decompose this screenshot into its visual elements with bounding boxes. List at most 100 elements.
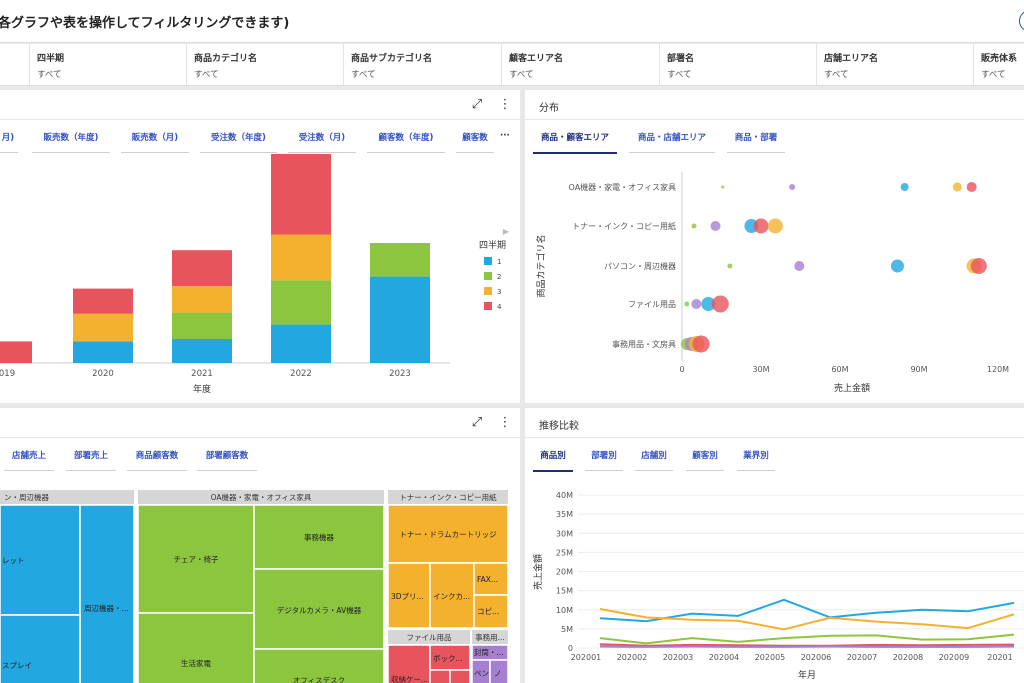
scatter-point[interactable] (753, 218, 769, 234)
tab-units-month[interactable]: 販売数（月) (121, 131, 189, 153)
bar-segment[interactable] (271, 280, 331, 325)
filter-customer-area[interactable]: 顧客エリア名 すべて (501, 44, 659, 86)
bar-segment[interactable] (271, 154, 331, 235)
x-tick-label: 20201 (987, 653, 1012, 662)
scatter-point[interactable] (691, 223, 697, 229)
series-line[interactable] (599, 643, 1015, 647)
legend-label: 1 (497, 258, 501, 266)
x-tick-label: 202002 (617, 653, 648, 662)
tab-by-department[interactable]: 部署別 (585, 449, 623, 471)
treemap-cell[interactable] (79, 504, 135, 683)
filter-product-category[interactable]: 商品カテゴリ名 すべて (186, 44, 343, 86)
help-icon[interactable] (1019, 10, 1024, 32)
filter-product-subcategory[interactable]: 商品サブカテゴリ名 すべて (343, 44, 501, 86)
scatter-point[interactable] (727, 263, 733, 269)
more-vertical-icon[interactable]: ⋮ (496, 414, 514, 432)
tab-department-sales[interactable]: 部署売上 (66, 449, 116, 471)
tab-by-store[interactable]: 店舗別 (635, 449, 673, 471)
bar-segment[interactable] (271, 234, 331, 281)
bar-segment[interactable] (172, 339, 232, 363)
y-tick-label: パソコン・周辺機器 (604, 261, 676, 271)
scatter-point[interactable] (710, 221, 721, 231)
tab-sales-month[interactable]: 月) (0, 131, 18, 153)
tab-orders-year[interactable]: 受注数（年度) (200, 131, 277, 153)
tab-product-customer-area[interactable]: 商品・顧客エリア (533, 131, 617, 154)
scatter-point[interactable] (794, 261, 805, 271)
scatter-point[interactable] (691, 299, 702, 309)
y-axis-title: 商品カテゴリ名 (535, 234, 547, 297)
tab-by-customer[interactable]: 顧客別 (686, 449, 724, 471)
bar-segment[interactable] (0, 341, 32, 363)
filter-sales-type[interactable]: 販売体系 すべて (973, 44, 1024, 86)
scatter-point[interactable] (966, 182, 977, 192)
tab-product-store-area[interactable]: 商品・店舗エリア (629, 131, 715, 153)
tab-orders-month[interactable]: 受注数（月) (288, 131, 356, 153)
treemap-cell[interactable] (449, 669, 471, 683)
bar-segment[interactable] (73, 313, 133, 342)
expand-icon[interactable]: ⤢ (468, 414, 486, 432)
tab-store-sales[interactable]: 店舗売上 (4, 449, 54, 471)
bar-segment[interactable] (73, 341, 133, 363)
treemap-cell-label: 周辺機器・... (84, 603, 129, 613)
scatter-point[interactable] (721, 185, 725, 189)
scatter-point[interactable] (684, 301, 690, 307)
y-tick-label: OA機器・家電・オフィス家具 (569, 182, 676, 192)
filter-department[interactable]: 部署名 すべて (659, 44, 816, 86)
treemap-cell-label: 3Dプリ... (391, 592, 424, 601)
tab-product-customers[interactable]: 商品顧客数 (127, 449, 187, 471)
expand-icon[interactable]: ⤢ (468, 96, 486, 114)
bar-segment[interactable] (370, 276, 430, 363)
bar-segment[interactable] (73, 288, 133, 314)
tab-by-industry[interactable]: 業界別 (737, 449, 775, 471)
tab-department-customers[interactable]: 部署顧客数 (197, 449, 257, 471)
treemap-cell[interactable] (137, 612, 255, 683)
x-tick-label: 202008 (893, 653, 924, 662)
treemap-group-label: 事務用... (475, 632, 505, 642)
y-tick-label: 30M (556, 529, 573, 538)
tab-product-department[interactable]: 商品・部署 (727, 131, 785, 153)
x-axis-title: 売上金額 (834, 382, 870, 394)
tab-customers-year[interactable]: 顧客数（年度) (367, 131, 445, 153)
bar-segment[interactable] (172, 250, 232, 287)
filter-quarter[interactable]: 四半期 すべて (29, 44, 186, 86)
series-line[interactable] (599, 633, 1015, 645)
page-title: 各グラフや表を操作してフィルタリングできます) (0, 16, 290, 31)
x-tick-label: 2023 (389, 369, 411, 379)
x-tick-label: 202007 (847, 653, 878, 662)
bar-segment[interactable] (172, 312, 232, 339)
y-tick-label: 20M (556, 568, 573, 577)
filter-bar: 四半期 すべて 商品カテゴリ名 すべて 商品サブカテゴリ名 すべて 顧客エリア名… (0, 44, 1024, 86)
treemap-cell-label: ペン (474, 669, 489, 678)
treemap-cell[interactable] (0, 614, 81, 683)
treemap-cell-label: コピ... (477, 607, 499, 616)
filter-value: すべて (509, 70, 534, 80)
scatter-point[interactable] (900, 183, 909, 191)
tab-by-product[interactable]: 商品別 (533, 449, 573, 472)
line-chart: 0 5M 10M 15M 20M 25M 30M 35M 40M 202001 202002 2020… (532, 491, 1024, 681)
scatter-point[interactable] (952, 182, 962, 192)
y-tick-label: 0 (568, 644, 573, 653)
tab-customers[interactable]: 顧客数 (456, 131, 494, 153)
y-axis-title: 売上金額 (532, 554, 544, 590)
tab-bar: 月) 販売数（年度) 販売数（月) 受注数（年度) 受注数（月) 顧客数（年度)… (0, 120, 520, 154)
more-vertical-icon[interactable]: ⋮ (496, 96, 514, 114)
bar-segment[interactable] (271, 324, 331, 363)
scatter-point[interactable] (890, 259, 904, 273)
tab-bar: 商品別 部署別 店舗別 顧客別 業界別 (525, 438, 1024, 472)
legend-label: 4 (497, 303, 502, 311)
treemap-cell-label: インクカ... (433, 592, 470, 601)
filter-store-area[interactable]: 店舗エリア名 すべて (816, 44, 973, 86)
filter-label: 店舗エリア名 (824, 54, 879, 64)
scatter-point[interactable] (767, 218, 783, 234)
bar-segment[interactable] (172, 286, 232, 313)
tabs-overflow-icon[interactable]: ··· (500, 131, 510, 150)
bar-segment[interactable] (370, 243, 430, 277)
scatter-point[interactable] (711, 295, 729, 313)
scatter-point[interactable] (970, 258, 987, 274)
treemap-cell[interactable] (429, 669, 451, 683)
series-line[interactable] (599, 608, 1015, 631)
tab-units-year[interactable]: 販売数（年度) (32, 131, 110, 153)
x-tick-label: 60M (831, 365, 848, 374)
scatter-point[interactable] (692, 335, 710, 353)
scatter-point[interactable] (789, 184, 796, 190)
